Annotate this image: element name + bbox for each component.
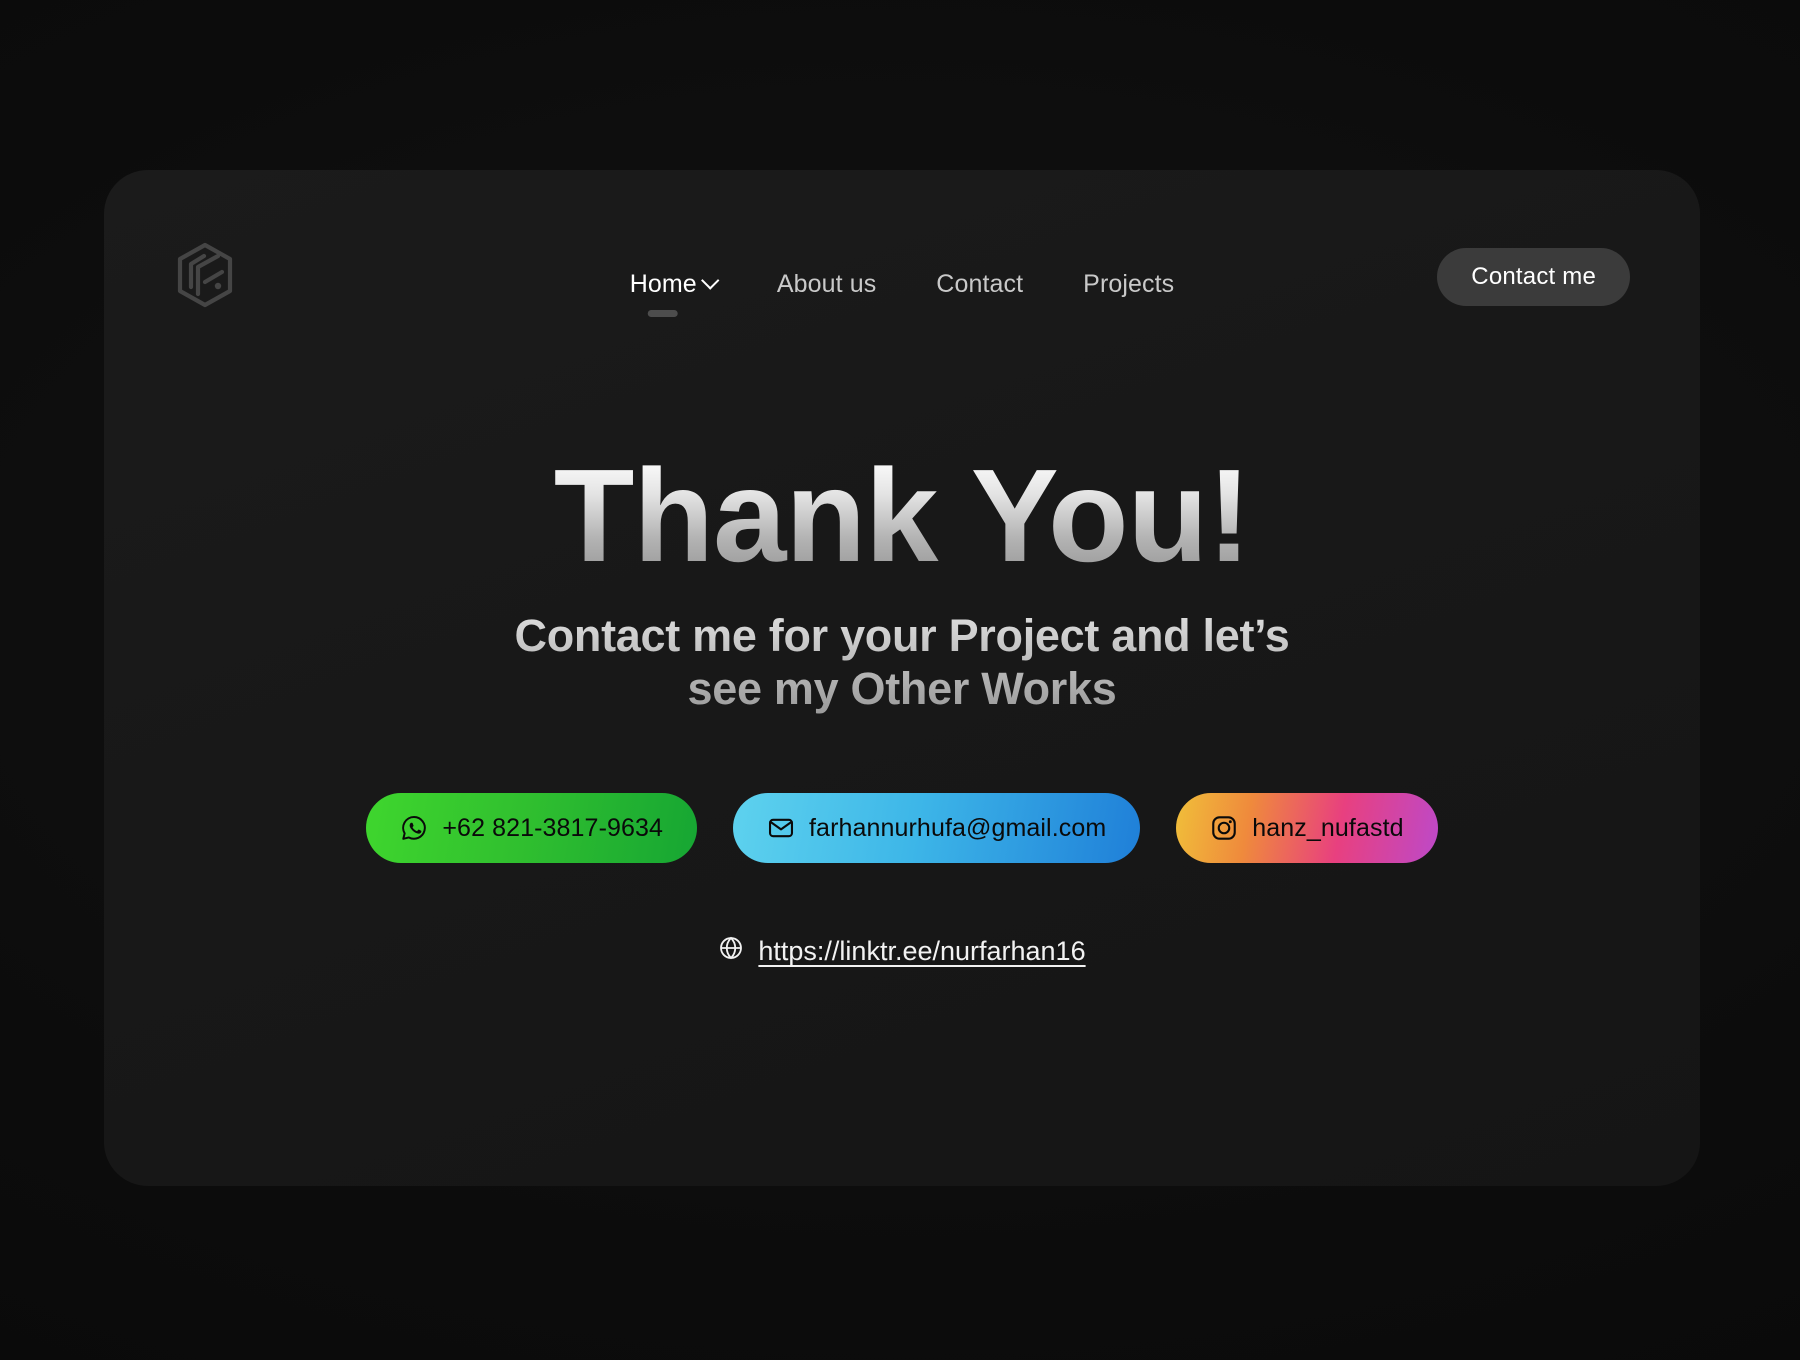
contact-pill-group: +62 821-3817-9634 farhannurhufa@gmail.co… [366,793,1438,864]
page-subtitle-line-2: see my Other Works [687,662,1117,714]
page-subtitle-line-1: Contact me for your Project and let’s [514,610,1290,661]
contact-pill-instagram[interactable]: hanz_nufastd [1176,793,1438,864]
linktree-url-text: https://linktr.ee/nurfarhan16 [758,936,1086,967]
linktree-link[interactable]: https://linktr.ee/nurfarhan16 [718,935,1086,968]
page-subtitle: Contact me for your Project and let’s se… [515,610,1290,715]
page-title: Thank You! [553,442,1251,589]
page-root: Home About us Contact Projects Contact m… [0,0,1800,1360]
whatsapp-icon [400,814,428,842]
contact-pill-whatsapp-label: +62 821-3817-9634 [442,813,664,842]
contact-pill-whatsapp[interactable]: +62 821-3817-9634 [366,793,698,864]
main-card: Home About us Contact Projects Contact m… [104,170,1700,1186]
hero-section: Thank You! Contact me for your Project a… [104,170,1700,1186]
contact-pill-email-label: farhannurhufa@gmail.com [809,813,1107,842]
instagram-icon [1210,814,1238,842]
contact-pill-instagram-label: hanz_nufastd [1252,813,1404,842]
contact-pill-email[interactable]: farhannurhufa@gmail.com [733,793,1141,864]
globe-icon [718,935,744,968]
envelope-icon [767,814,795,842]
